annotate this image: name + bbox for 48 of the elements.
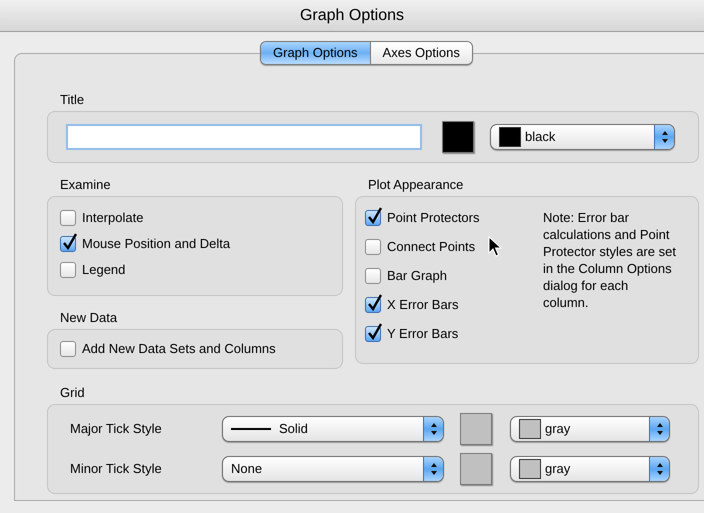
color-swatch-button[interactable] [460, 413, 492, 445]
color-swatch-button[interactable] [460, 453, 492, 485]
group-label: Grid [59, 385, 86, 401]
line-style-select[interactable]: Solid [222, 416, 444, 442]
stepper-arrows-icon [654, 125, 674, 149]
color-chip [499, 127, 521, 147]
checkbox[interactable] [365, 210, 381, 226]
checkbox[interactable] [365, 239, 381, 255]
checkbox[interactable] [365, 297, 381, 313]
group-label: Title [59, 92, 86, 108]
pointer-cursor-icon [488, 236, 502, 258]
checkbox-label: Bar Graph [387, 267, 447, 286]
checkbox-label: X Error Bars [387, 296, 459, 314]
stepper-arrows-icon [649, 417, 669, 441]
group-label: Plot Appearance [367, 177, 464, 193]
note-text: Note: Error bar calculations and Point Protector styles are set in the Column Options dialog for each column. [543, 209, 677, 312]
color-chip [519, 419, 541, 439]
stepper-arrows-icon [423, 417, 443, 441]
checkbox-label: Mouse Position and Delta [82, 235, 230, 254]
checkbox-label: Add New Data Sets and Columns [82, 340, 276, 358]
title-input-field[interactable] [66, 124, 422, 150]
color-select[interactable]: gray [510, 416, 670, 442]
checkbox[interactable] [60, 236, 76, 252]
checkbox[interactable] [365, 326, 381, 342]
checkbox-label: Point Protectors [387, 209, 480, 228]
row-label: Major Tick Style [70, 420, 163, 438]
checkbox[interactable] [60, 210, 76, 226]
checkbox[interactable] [60, 341, 76, 357]
checkbox[interactable] [60, 262, 76, 278]
line-style-select[interactable]: None [222, 456, 444, 482]
color-select[interactable]: black [490, 124, 675, 150]
group-label: Examine [59, 177, 112, 193]
group-label: New Data [59, 310, 118, 326]
checkbox-label: Y Error Bars [387, 325, 458, 344]
color-select[interactable]: gray [510, 456, 670, 482]
tab[interactable]: Axes Options [370, 42, 472, 64]
stepper-arrows-icon [423, 457, 443, 481]
checkbox-label: Interpolate [82, 209, 144, 228]
checkbox[interactable] [365, 268, 381, 284]
row-label: Minor Tick Style [70, 460, 163, 478]
line-sample-icon [231, 428, 271, 430]
stepper-arrows-icon [649, 457, 669, 481]
color-swatch-button[interactable] [442, 121, 474, 153]
color-chip [519, 459, 541, 479]
checkbox-label: Legend [82, 261, 126, 280]
checkbox-label: Connect Points [387, 238, 476, 256]
tab[interactable]: Graph Options [261, 42, 370, 64]
window-title: Graph Options [300, 6, 404, 26]
